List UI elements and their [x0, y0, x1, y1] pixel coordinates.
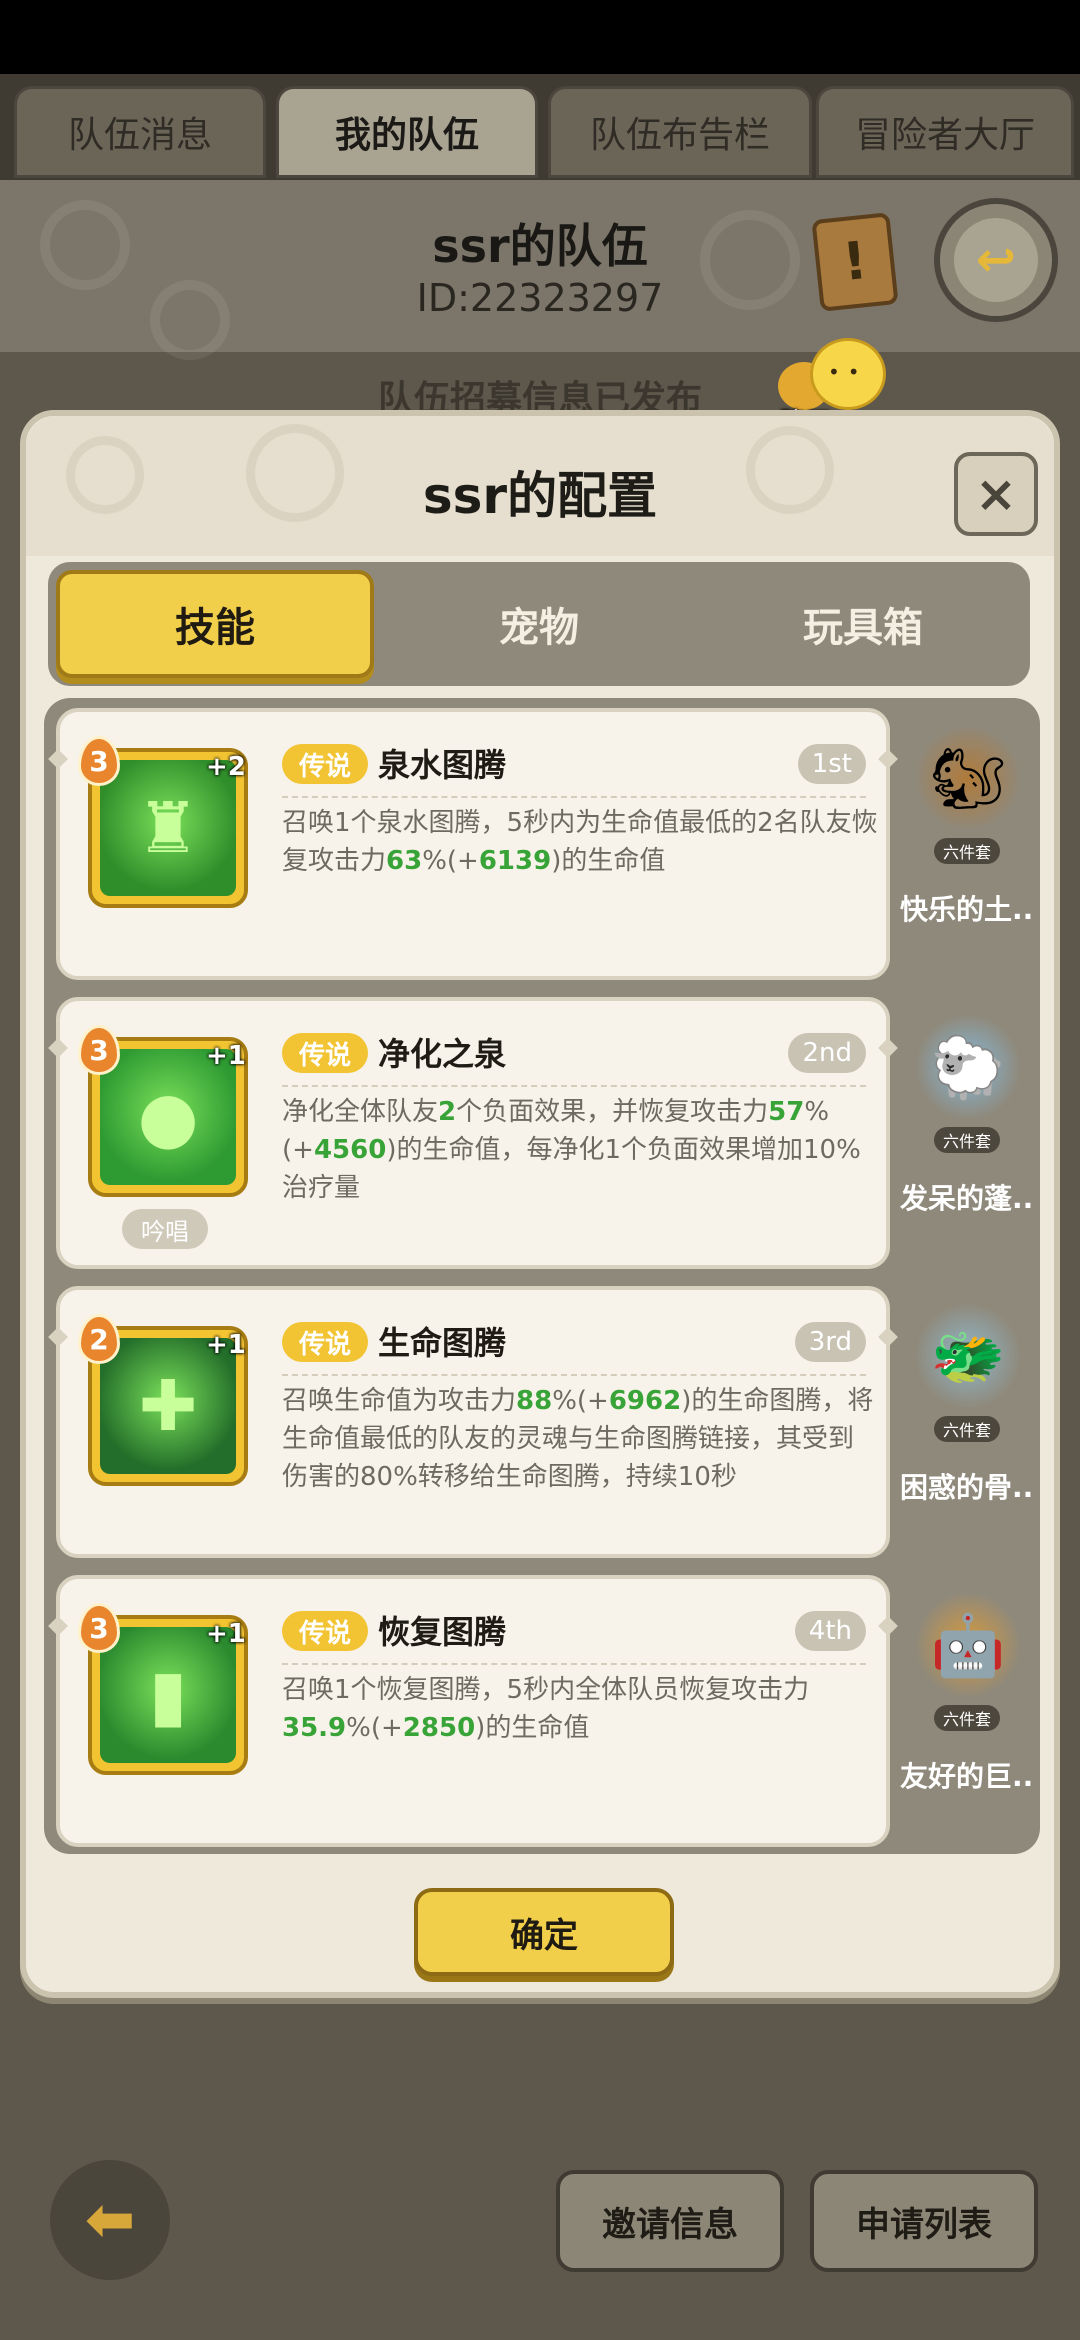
- back-arrow-icon[interactable]: ⬅: [50, 2160, 170, 2280]
- skill-value: 35.9: [282, 1713, 347, 1743]
- top-tab-bar: 队伍消息 我的队伍 队伍布告栏 冒险者大厅: [0, 74, 1080, 180]
- tab-my-team[interactable]: 我的队伍: [276, 86, 538, 178]
- tab-skills[interactable]: 技能: [56, 570, 374, 678]
- chat-face: ••: [828, 360, 868, 384]
- skill-plus-badge: +1: [206, 1041, 246, 1071]
- skill-description: 召唤1个泉水图腾，5秒内为生命值最低的2名队友恢复攻击力63%(+6139)的生…: [282, 804, 878, 880]
- divider: [282, 1085, 866, 1087]
- skill-value: 4560: [313, 1135, 387, 1165]
- tab-team-board[interactable]: 队伍布告栏: [548, 86, 812, 178]
- squirrel-pet-icon: 🐿: [916, 726, 1020, 830]
- skill-level-badge: 3: [78, 736, 120, 786]
- skill-value: 2850: [402, 1713, 476, 1743]
- skill-value: 57: [768, 1097, 805, 1127]
- rarity-badge: 传说: [282, 744, 368, 784]
- team-name: ssr的队伍: [432, 219, 648, 273]
- modal-title: ssr的配置: [422, 467, 658, 525]
- team-header: ssr的队伍 ID:22323297 ! ↩: [0, 180, 1080, 360]
- notice-scroll-icon[interactable]: !: [811, 212, 899, 312]
- invite-info-button[interactable]: 邀请信息: [556, 2170, 784, 2272]
- skill-rank-badge: 3rd: [794, 1322, 866, 1362]
- skill-text: 个负面效果，并恢复攻击力: [456, 1097, 769, 1127]
- rarity-badge: 传说: [282, 1322, 368, 1362]
- skill-value: 88: [516, 1386, 553, 1416]
- pet-set-badge: 六件套: [934, 1127, 1000, 1153]
- exit-team-button[interactable]: ↩: [934, 198, 1058, 322]
- pet-slot[interactable]: 🐲 六件套困惑的骨...: [900, 1286, 1034, 1558]
- skill-value: 6139: [478, 846, 552, 876]
- skill-card[interactable]: ● 3 +1 吟唱 传说 净化之泉 2nd 净化全体队友2个负面效果，并恢复攻击力57%(+4…: [56, 997, 890, 1269]
- skill-name: 泉水图腾: [378, 746, 507, 784]
- tab-team-messages[interactable]: 队伍消息: [14, 86, 266, 178]
- config-tab-bar: 技能 宠物 玩具箱: [48, 562, 1030, 686]
- skill-text: 净化全体队友: [282, 1097, 439, 1127]
- dragon-pet-icon: 🐲: [916, 1304, 1020, 1408]
- skill-description: 净化全体队友2个负面效果，并恢复攻击力57%(+4560)的生命值，每净化1个负…: [282, 1093, 878, 1207]
- skill-level-badge: 3: [78, 1025, 120, 1075]
- divider: [282, 796, 866, 798]
- pet-set-badge: 六件套: [934, 838, 1000, 864]
- pet-slot[interactable]: 🐑 六件套发呆的蓬...: [900, 997, 1034, 1269]
- skill-chant-tag: 吟唱: [122, 1209, 208, 1249]
- skill-value: 63: [386, 846, 423, 876]
- skill-rank-badge: 2nd: [788, 1033, 866, 1073]
- close-button[interactable]: ×: [954, 452, 1038, 536]
- skill-level-badge: 2: [78, 1314, 120, 1364]
- config-modal: ssr的配置 × 技能 宠物 玩具箱 ♜ 3 +2 传说 泉水图腾 1st 召唤1个泉水图腾…: [20, 410, 1060, 1998]
- rarity-badge: 传说: [282, 1033, 368, 1073]
- skill-text: %(+: [346, 1713, 403, 1743]
- skill-name: 生命图腾: [378, 1324, 507, 1362]
- skill-rank-badge: 4th: [794, 1611, 866, 1651]
- skill-plus-badge: +2: [206, 752, 246, 782]
- skill-description: 召唤1个恢复图腾，5秒内全体队员恢复攻击力 35.9%(+2850)的生命值: [282, 1671, 878, 1747]
- divider: [282, 1663, 866, 1665]
- skill-plus-badge: +1: [206, 1619, 246, 1649]
- pet-name: 困惑的骨...: [900, 1471, 1034, 1504]
- sheep-pet-icon: 🐑: [916, 1015, 1020, 1119]
- tab-pets[interactable]: 宠物: [380, 570, 698, 678]
- skill-text: %(+: [552, 1386, 609, 1416]
- status-bar: [0, 0, 1080, 74]
- skill-name: 净化之泉: [378, 1035, 507, 1073]
- pet-slot[interactable]: 🤖 六件套友好的巨...: [900, 1575, 1034, 1847]
- robot-pet-icon: 🤖: [916, 1593, 1020, 1697]
- skill-text: %(+: [422, 846, 479, 876]
- tab-adventurer-hall[interactable]: 冒险者大厅: [816, 86, 1074, 178]
- skill-card[interactable]: ✚ 2 +1 传说 生命图腾 3rd 召唤生命值为攻击力88%(+6962)的生命图腾，将生…: [56, 1286, 890, 1558]
- pet-name: 快乐的土...: [900, 893, 1034, 926]
- skill-text: )的生命值: [475, 1713, 590, 1743]
- pet-set-badge: 六件套: [934, 1416, 1000, 1442]
- apply-list-button[interactable]: 申请列表: [810, 2170, 1038, 2272]
- skill-value: 6962: [608, 1386, 682, 1416]
- divider: [282, 1374, 866, 1376]
- pet-slot[interactable]: 🐿 六件套快乐的土...: [900, 708, 1034, 980]
- confirm-button[interactable]: 确定: [414, 1888, 674, 1976]
- skill-plus-badge: +1: [206, 1330, 246, 1360]
- skill-value: 2: [438, 1097, 457, 1127]
- tab-toybox[interactable]: 玩具箱: [704, 570, 1022, 678]
- skill-text: 召唤生命值为攻击力: [282, 1386, 517, 1416]
- skill-name: 恢复图腾: [378, 1613, 507, 1651]
- skill-level-badge: 3: [78, 1603, 120, 1653]
- skill-text: )的生命值: [551, 846, 666, 876]
- skill-text: 召唤1个恢复图腾，5秒内全体队员恢复攻击力: [282, 1675, 810, 1705]
- skill-card[interactable]: ♜ 3 +2 传说 泉水图腾 1st 召唤1个泉水图腾，5秒内为生命值最低的2名队友恢复攻击…: [56, 708, 890, 980]
- pet-set-badge: 六件套: [934, 1705, 1000, 1731]
- skill-list: ♜ 3 +2 传说 泉水图腾 1st 召唤1个泉水图腾，5秒内为生命值最低的2名队友恢复攻击…: [44, 698, 1040, 1854]
- rarity-badge: 传说: [282, 1611, 368, 1651]
- pet-name: 发呆的蓬...: [900, 1182, 1034, 1215]
- skill-description: 召唤生命值为攻击力88%(+6962)的生命图腾，将生命值最低的队友的灵魂与生命…: [282, 1382, 878, 1496]
- skill-rank-badge: 1st: [797, 744, 866, 784]
- pet-name: 友好的巨...: [900, 1760, 1034, 1793]
- team-id: ID:22323297: [416, 276, 664, 320]
- exit-arrow-icon: ↩: [954, 218, 1038, 302]
- skill-card[interactable]: ▮ 3 +1 传说 恢复图腾 4th 召唤1个恢复图腾，5秒内全体队员恢复攻击力35.9%(…: [56, 1575, 890, 1847]
